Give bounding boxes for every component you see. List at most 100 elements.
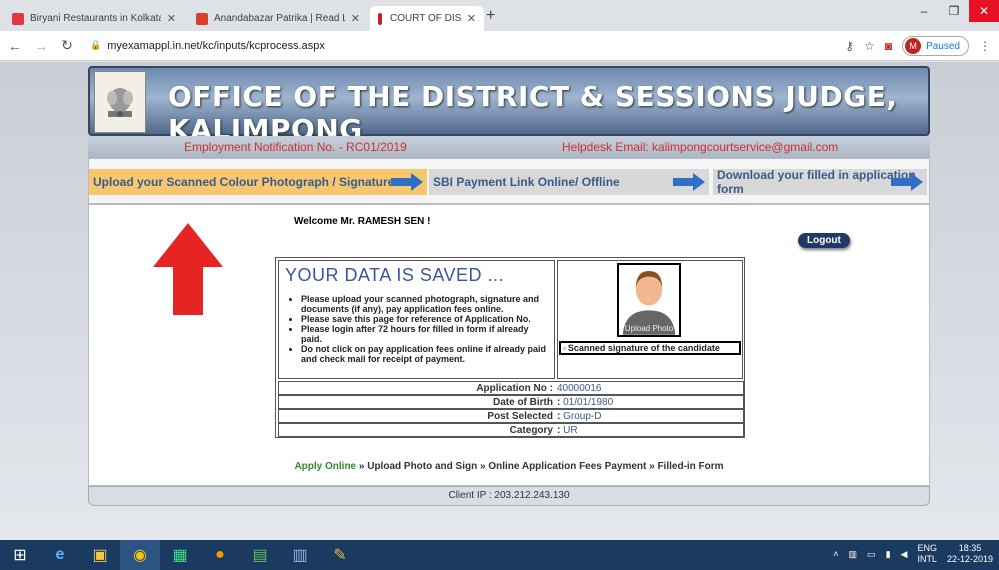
signal-icon[interactable]: ▮ (886, 549, 891, 560)
lock-icon: 🔒 (90, 40, 102, 50)
detail-label: Date of Birth (493, 397, 553, 408)
anandabazar-favicon-icon (196, 12, 208, 25)
excel-icon[interactable]: ▤ (240, 540, 280, 570)
browser-tab-bar: Biryani Restaurants in Kolkata - Z ✕ Ana… (0, 0, 999, 31)
breadcrumb-rest: » Upload Photo and Sign » Online Applica… (356, 461, 724, 472)
photo-caption: Upload Photo (624, 324, 674, 333)
profile-status: Paused (926, 40, 960, 52)
employment-notification: Employment Notification No. - RC01/2019 (184, 140, 407, 154)
battery-icon[interactable]: ▭ (867, 549, 876, 560)
emblem-logo (94, 71, 146, 133)
list-item: Do not click on pay application fees onl… (301, 344, 548, 364)
chrome-icon[interactable]: ◉ (120, 540, 160, 570)
tab-anandabazar[interactable]: Anandabazar Patrika | Read Latest ✕ (188, 6, 368, 31)
internet-explorer-icon[interactable]: e (40, 540, 80, 570)
language-indicator[interactable]: ENG INTL (917, 543, 937, 565)
photo-signature-box: Upload Photo ▫ Scanned signature of the … (557, 260, 743, 379)
profile-button[interactable]: M Paused (902, 36, 969, 56)
step-download-form[interactable]: Download your filled in application form (713, 168, 927, 196)
store-icon[interactable]: ▦ (160, 540, 200, 570)
key-icon[interactable]: ⚷ (845, 39, 854, 53)
network-icon[interactable]: ▥ (849, 549, 858, 560)
client-ip: Client IP : 203.212.243.130 (88, 486, 930, 506)
helpdesk-email[interactable]: Helpdesk Email: kalimpongcourtservice@gm… (562, 140, 838, 154)
window-close-button[interactable]: ✕ (969, 0, 999, 22)
signature-image: ▫ Scanned signature of the candidate (559, 341, 741, 355)
step-upload-photo[interactable]: Upload your Scanned Colour Photograph / … (89, 169, 427, 195)
upload-photo[interactable]: Upload Photo (617, 263, 681, 337)
detail-value: 40000016 (557, 383, 602, 394)
detail-label: Application No : (476, 383, 553, 394)
close-icon[interactable]: ✕ (467, 12, 476, 25)
url-field[interactable]: 🔒 myexamappl.in.net/kc/inputs/kcprocess.… (90, 40, 325, 52)
detail-value: : 01/01/1980 (557, 397, 614, 408)
saved-heading: YOUR DATA IS SAVED ... (285, 265, 505, 285)
tab-title: COURT OF DISTRICT & SESSION (390, 13, 461, 24)
star-icon[interactable]: ☆ (864, 39, 875, 53)
tab-biryani[interactable]: Biryani Restaurants in Kolkata - Z ✕ (4, 6, 184, 31)
date-text: 22-12-2019 (946, 554, 993, 564)
minimize-button[interactable]: – (909, 0, 939, 22)
apply-online-link[interactable]: Apply Online (294, 461, 356, 472)
system-tray: ˄ ▥ ▭ ▮ ◀ ENG INTL 18:35 22-12-2019 (833, 543, 993, 565)
url-text: myexamappl.in.net/kc/inputs/kcprocess.as… (107, 39, 325, 52)
tab-court[interactable]: COURT OF DISTRICT & SESSION ✕ (370, 6, 484, 31)
main-content: Welcome Mr. RAMESH SEN ! Logout YOUR DAT… (88, 204, 930, 486)
signature-alt-text: Scanned signature of the candidate (567, 343, 720, 353)
tab-title: Biryani Restaurants in Kolkata - Z (30, 13, 161, 24)
maximize-button[interactable]: ❐ (939, 0, 969, 22)
application-summary: YOUR DATA IS SAVED ... Please upload you… (275, 257, 745, 438)
word-icon[interactable]: ▥ (280, 540, 320, 570)
time-text: 18:35 (958, 543, 982, 553)
detail-label: Category (509, 425, 553, 436)
avatar: M (905, 38, 922, 54)
list-item: Please login after 72 hours for filled i… (301, 324, 548, 344)
list-item: Please save this page for reference of A… (301, 314, 548, 324)
list-item: Please upload your scanned photograph, s… (301, 294, 548, 314)
extension-icon[interactable]: ◙ (885, 39, 892, 53)
window-controls: – ❐ ✕ (909, 0, 999, 22)
detail-label: Post Selected (487, 411, 553, 422)
browser-actions: ⚷ ☆ ◙ M Paused ⋮ (845, 36, 991, 56)
logout-button[interactable]: Logout (798, 233, 850, 248)
firefox-icon[interactable]: ● (200, 540, 240, 570)
address-bar: ← → ↻ 🔒 myexamappl.in.net/kc/inputs/kcpr… (0, 31, 999, 61)
red-up-arrow-icon (153, 223, 223, 315)
layout-text: INTL (917, 554, 937, 564)
table-row: Date of Birth : 01/01/1980 (278, 395, 744, 409)
saved-message-box: YOUR DATA IS SAVED ... Please upload you… (278, 260, 555, 379)
detail-value: : Group-D (557, 411, 602, 422)
volume-icon[interactable]: ◀ (901, 549, 908, 560)
right-arrow-icon (391, 173, 423, 191)
process-steps: Upload your Scanned Colour Photograph / … (88, 158, 930, 204)
welcome-message: Welcome Mr. RAMESH SEN ! (294, 216, 431, 227)
instruction-list: Please upload your scanned photograph, s… (285, 294, 548, 364)
reload-icon[interactable]: ↻ (56, 37, 78, 54)
zomato-favicon-icon (12, 12, 24, 25)
clock[interactable]: 18:35 22-12-2019 (947, 543, 993, 565)
detail-value: : UR (557, 425, 578, 436)
broken-image-icon: ▫ (563, 343, 566, 353)
step-label: Upload your Scanned Colour Photograph / … (93, 175, 395, 189)
close-icon[interactable]: ✕ (167, 12, 176, 25)
right-arrow-icon (891, 173, 923, 191)
court-favicon-icon (378, 12, 382, 25)
table-row: Application No : 40000016 (278, 381, 744, 395)
new-tab-button[interactable]: + (486, 7, 495, 25)
forward-arrow-icon[interactable]: → (30, 38, 52, 54)
chevron-up-icon[interactable]: ˄ (833, 549, 838, 559)
menu-icon[interactable]: ⋮ (979, 39, 991, 53)
windows-start-icon[interactable]: ⊞ (0, 540, 40, 570)
close-icon[interactable]: ✕ (351, 12, 360, 25)
windows-taskbar: ⊞ e ▣ ◉ ▦ ● ▤ ▥ ✎ ˄ ▥ ▭ ▮ ◀ ENG INTL 18:… (0, 540, 999, 570)
ashoka-emblem-icon (107, 88, 133, 117)
table-row: Category : UR (278, 423, 744, 437)
back-arrow-icon[interactable]: ← (4, 38, 26, 54)
info-bar: Employment Notification No. - RC01/2019 … (88, 136, 930, 158)
web-page: OFFICE OF THE DISTRICT & SESSIONS JUDGE,… (0, 62, 999, 540)
step-sbi-payment[interactable]: SBI Payment Link Online/ Offline (429, 169, 709, 195)
table-row: Post Selected : Group-D (278, 409, 744, 423)
paint-icon[interactable]: ✎ (320, 540, 360, 570)
file-explorer-icon[interactable]: ▣ (80, 540, 120, 570)
breadcrumb: Apply Online » Upload Photo and Sign » O… (89, 461, 929, 472)
